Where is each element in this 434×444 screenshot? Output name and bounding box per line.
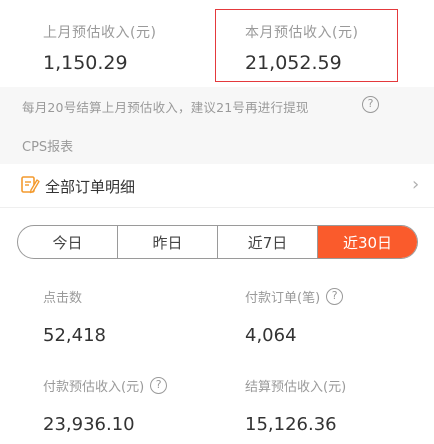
tab-last-7-days[interactable]: 近7日	[218, 226, 318, 258]
tab-today[interactable]: 今日	[18, 226, 118, 258]
this-month-earnings-value: 21,052.59	[245, 52, 342, 74]
edit-document-icon	[21, 176, 40, 194]
last-month-earnings: 上月预估收入(元) 1,150.29	[43, 22, 156, 74]
paid-income-label: 付款预估收入(元)	[43, 380, 145, 395]
question-icon[interactable]: ?	[362, 96, 379, 113]
clicks-label: 点击数	[43, 291, 83, 306]
cps-report-header: CPS报表	[0, 124, 434, 164]
chevron-right-icon: ›	[412, 174, 420, 195]
all-orders-label: 全部订单明细	[45, 178, 136, 196]
all-orders-row[interactable]: 全部订单明细 ›	[0, 164, 434, 208]
settlement-notice-text: 每月20号结算上月预估收入，建议21号再进行提现	[22, 100, 309, 115]
tab-last-30-days[interactable]: 近30日	[318, 226, 417, 258]
paid-orders-label: 付款订单(笔)	[245, 291, 321, 306]
settled-income-value: 15,126.36	[245, 414, 337, 435]
paid-orders-value: 4,064	[245, 325, 297, 346]
last-month-earnings-value: 1,150.29	[43, 52, 128, 74]
paid-income-stat: 付款预估收入(元) ? 23,936.10	[43, 376, 168, 435]
paid-orders-stat: 付款订单(笔) ? 4,064	[245, 287, 344, 346]
settlement-notice-bar: 每月20号结算上月预估收入，建议21号再进行提现 ?	[0, 87, 434, 124]
clicks-stat: 点击数 52,418	[43, 287, 106, 346]
settled-income-label: 结算预估收入(元)	[245, 380, 347, 395]
cps-report-title: CPS报表	[22, 140, 74, 155]
settled-income-stat: 结算预估收入(元) 15,126.36	[245, 376, 346, 435]
question-icon[interactable]: ?	[150, 377, 168, 394]
date-range-tabs: 今日 昨日 近7日 近30日	[17, 225, 418, 259]
question-icon[interactable]: ?	[326, 288, 344, 305]
last-month-earnings-label: 上月预估收入(元)	[43, 25, 157, 41]
clicks-value: 52,418	[43, 325, 106, 346]
this-month-earnings-label: 本月预估收入(元)	[245, 25, 359, 41]
tab-yesterday[interactable]: 昨日	[118, 226, 218, 258]
paid-income-value: 23,936.10	[43, 414, 135, 435]
this-month-earnings: 本月预估收入(元) 21,052.59	[245, 22, 358, 74]
